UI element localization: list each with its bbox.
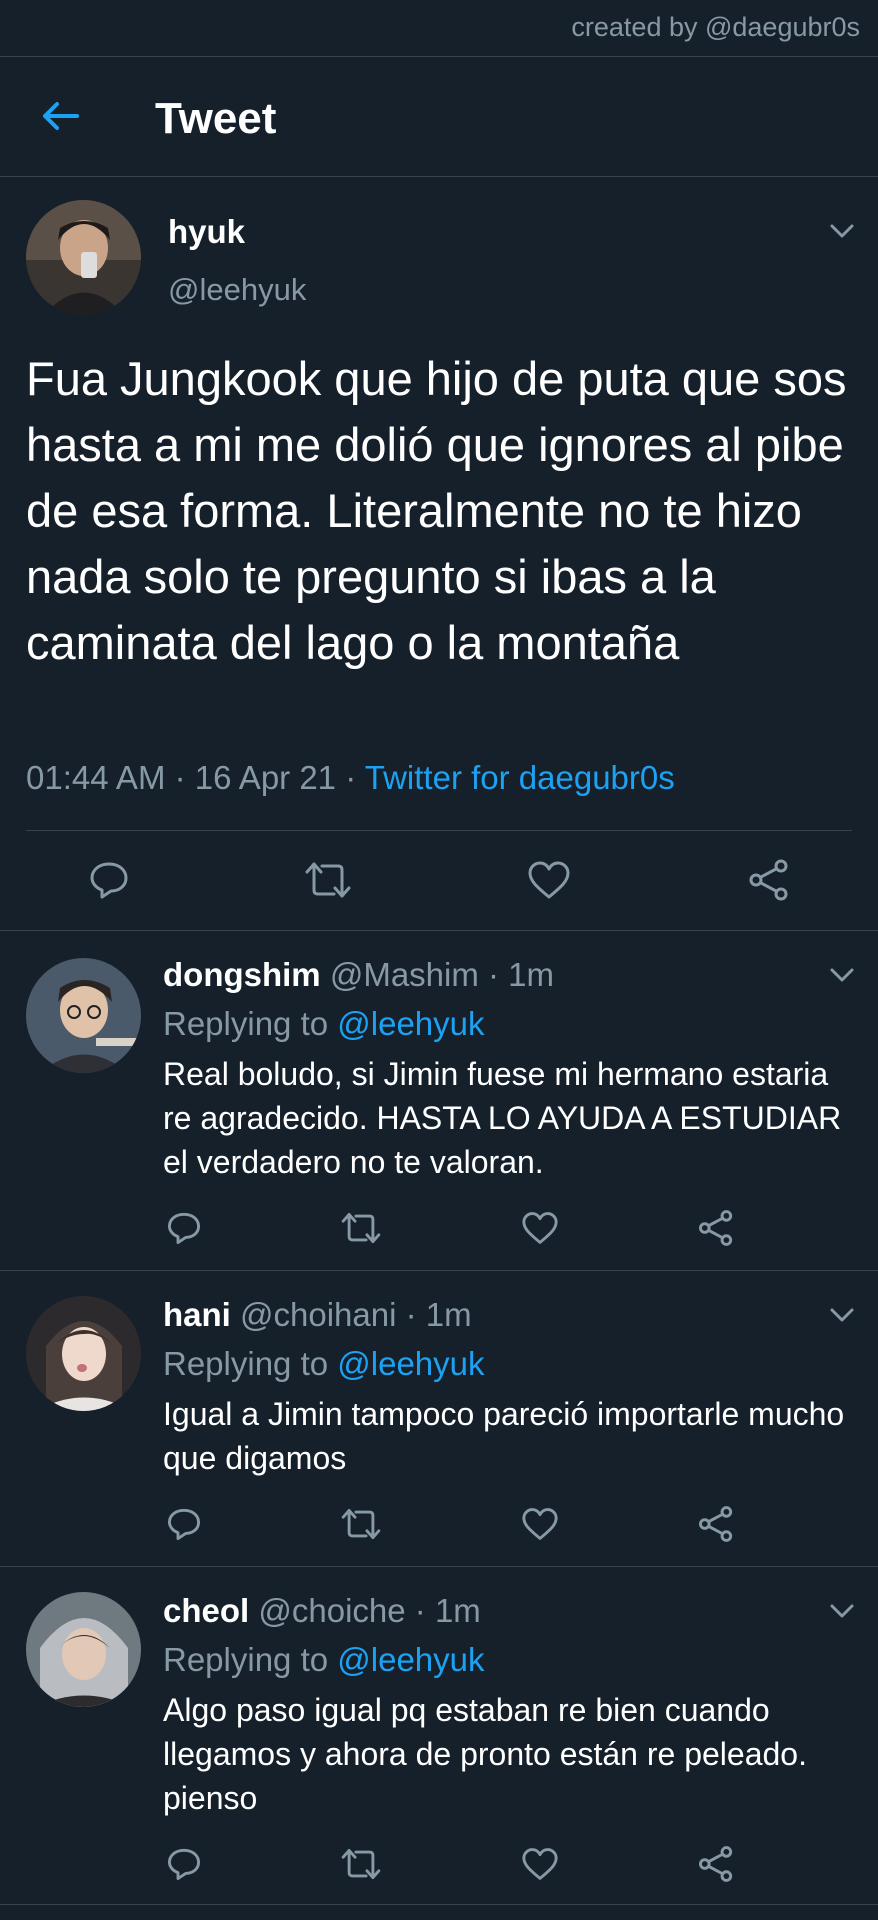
divider <box>0 930 878 931</box>
share-button[interactable] <box>694 1502 738 1546</box>
share-icon <box>698 1846 733 1882</box>
reply-author-handle[interactable]: @choihani · 1m <box>240 1296 472 1333</box>
heart-icon <box>522 1508 558 1540</box>
share-icon <box>749 859 788 901</box>
author-name[interactable]: hyuk <box>168 213 245 251</box>
reply-button[interactable] <box>162 1502 206 1546</box>
mention-link[interactable]: @leehyuk <box>337 1345 484 1382</box>
chevron-down-icon <box>830 1308 854 1322</box>
avatar[interactable] <box>26 200 141 315</box>
tweet-text: Fua Jungkook que hijo de puta que sos ha… <box>26 352 847 669</box>
reply-author-line: dongshim @Mashim · 1m <box>163 956 554 994</box>
retweet-button[interactable] <box>302 856 354 904</box>
reply-text: Real boludo, si Jimin fuese mi hermano e… <box>163 1056 842 1180</box>
reply-icon <box>167 1848 201 1881</box>
replying-to: Replying to @leehyuk <box>163 1641 485 1679</box>
chevron-down-icon <box>830 968 854 982</box>
mention-link[interactable]: @leehyuk <box>337 1005 484 1042</box>
reply-menu-button[interactable] <box>826 964 858 986</box>
heart-icon <box>522 1212 558 1244</box>
replying-label: Replying to <box>163 1641 338 1678</box>
like-button[interactable] <box>518 1206 562 1250</box>
tweet-meta: 01:44 AM · 16 Apr 21 · Twitter for daegu… <box>26 759 675 797</box>
replying-label: Replying to <box>163 1345 338 1382</box>
retweet-button[interactable] <box>338 1502 384 1546</box>
reply-icon <box>90 862 128 899</box>
share-icon <box>698 1210 733 1246</box>
reply-author-name[interactable]: hani <box>163 1296 231 1333</box>
replying-label: Replying to <box>163 1005 338 1042</box>
reply-text: Igual a Jimin tampoco pareció importarle… <box>163 1396 845 1476</box>
like-button[interactable] <box>518 1502 562 1546</box>
divider <box>0 1566 878 1567</box>
reply-author-name[interactable]: cheol <box>163 1592 249 1629</box>
heart-icon <box>528 861 570 899</box>
share-button[interactable] <box>744 856 794 904</box>
retweet-icon <box>305 862 351 898</box>
avatar[interactable] <box>26 1592 141 1707</box>
reply-author-handle[interactable]: @choiche · 1m <box>258 1592 480 1629</box>
author-handle[interactable]: @leehyuk <box>168 272 306 308</box>
divider <box>26 830 852 831</box>
back-button[interactable] <box>34 94 86 138</box>
retweet-icon <box>341 1212 381 1244</box>
retweet-button[interactable] <box>338 1206 384 1250</box>
chevron-down-icon <box>830 224 854 238</box>
reply-text: Algo paso igual pq estaban re bien cuand… <box>163 1692 807 1816</box>
divider <box>0 1270 878 1271</box>
divider <box>0 176 878 177</box>
divider <box>0 1904 878 1905</box>
credit-text: created by @daegubr0s <box>571 12 860 42</box>
tweet-timestamp: 01:44 AM · 16 Apr 21 · <box>26 759 365 796</box>
retweet-icon <box>341 1848 381 1880</box>
reply-button[interactable] <box>162 1206 206 1250</box>
reply-author-line: hani @choihani · 1m <box>163 1296 472 1334</box>
reply-icon <box>167 1508 201 1541</box>
page-title: Tweet <box>155 94 277 143</box>
reply-icon <box>167 1212 201 1245</box>
replying-to: Replying to @leehyuk <box>163 1005 485 1043</box>
avatar[interactable] <box>26 1296 141 1411</box>
reply-button[interactable] <box>84 856 134 904</box>
like-button[interactable] <box>524 856 574 904</box>
heart-icon <box>522 1848 558 1880</box>
reply-menu-button[interactable] <box>826 1600 858 1622</box>
replying-to: Replying to @leehyuk <box>163 1345 485 1383</box>
back-arrow-icon <box>43 102 79 130</box>
header: Tweet <box>0 56 878 176</box>
like-button[interactable] <box>518 1842 562 1886</box>
chevron-down-icon <box>830 1604 854 1618</box>
retweet-icon <box>341 1508 381 1540</box>
tweet-source-link[interactable]: Twitter for daegubr0s <box>365 759 675 796</box>
retweet-button[interactable] <box>338 1842 384 1886</box>
mention-link[interactable]: @leehyuk <box>337 1641 484 1678</box>
reply-author-line: cheol @choiche · 1m <box>163 1592 481 1630</box>
tweet-menu-button[interactable] <box>826 220 858 242</box>
share-button[interactable] <box>694 1842 738 1886</box>
reply-author-name[interactable]: dongshim <box>163 956 321 993</box>
reply-author-handle[interactable]: @Mashim · 1m <box>330 956 554 993</box>
avatar[interactable] <box>26 958 141 1073</box>
reply-button[interactable] <box>162 1842 206 1886</box>
share-icon <box>698 1506 733 1542</box>
share-button[interactable] <box>694 1206 738 1250</box>
reply-menu-button[interactable] <box>826 1304 858 1326</box>
